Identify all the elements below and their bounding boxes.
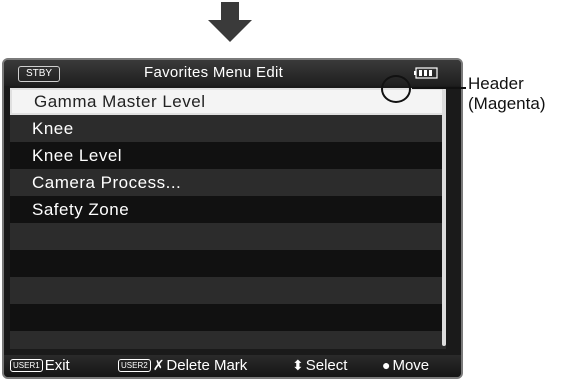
menu-item-empty[interactable] (10, 223, 446, 250)
select-label: Select (305, 357, 348, 374)
callout-leader-line (412, 87, 466, 89)
callout-label: Header (Magenta) (468, 74, 545, 114)
callout-circle (381, 75, 411, 103)
page-title: Favorites Menu Edit (144, 64, 284, 81)
delete-mark-hint[interactable]: USER2 ✗ Delete Mark (118, 357, 247, 374)
menu-item-camera-process[interactable]: Camera Process... (10, 169, 446, 196)
menu-item-empty[interactable] (10, 331, 446, 349)
exit-label: Exit (44, 357, 70, 374)
delete-mark-label: Delete Mark (166, 357, 248, 374)
page: STBY Favorites Menu Edit Gamma Master Le… (0, 0, 565, 380)
exit-hint[interactable]: USER1 Exit (10, 357, 70, 374)
favorites-menu-list: Gamma Master Level Knee Knee Level Camer… (10, 88, 450, 349)
down-arrow-icon (208, 2, 252, 42)
move-label: Move (392, 357, 430, 374)
menu-item-knee[interactable]: Knee (10, 115, 446, 142)
menu-item-knee-level[interactable]: Knee Level (10, 142, 446, 169)
user2-button-badge: USER2 (118, 359, 151, 372)
lcd-screen: STBY Favorites Menu Edit Gamma Master Le… (2, 58, 463, 379)
user1-button-badge: USER1 (10, 359, 43, 372)
move-hint: ● Move (382, 357, 429, 374)
set-button-icon: ● (382, 357, 391, 373)
battery-icon (414, 67, 438, 79)
callout-label-line1: Header (468, 74, 524, 93)
menu-item-empty[interactable] (10, 250, 446, 277)
footer-bar: USER1 Exit USER2 ✗ Delete Mark ⬍ Select ● Mov… (4, 355, 461, 377)
callout-label-line2: (Magenta) (468, 94, 546, 113)
up-down-arrow-icon: ⬍ (292, 357, 304, 373)
status-badge: STBY (18, 66, 60, 82)
menu-item-safety-zone[interactable]: Safety Zone (10, 196, 446, 223)
scrollbar-thumb[interactable] (442, 88, 446, 346)
delete-mark-icon: ✗ (152, 357, 165, 373)
select-hint: ⬍ Select (292, 357, 347, 374)
menu-item-empty[interactable] (10, 277, 446, 304)
menu-item-empty[interactable] (10, 304, 446, 331)
